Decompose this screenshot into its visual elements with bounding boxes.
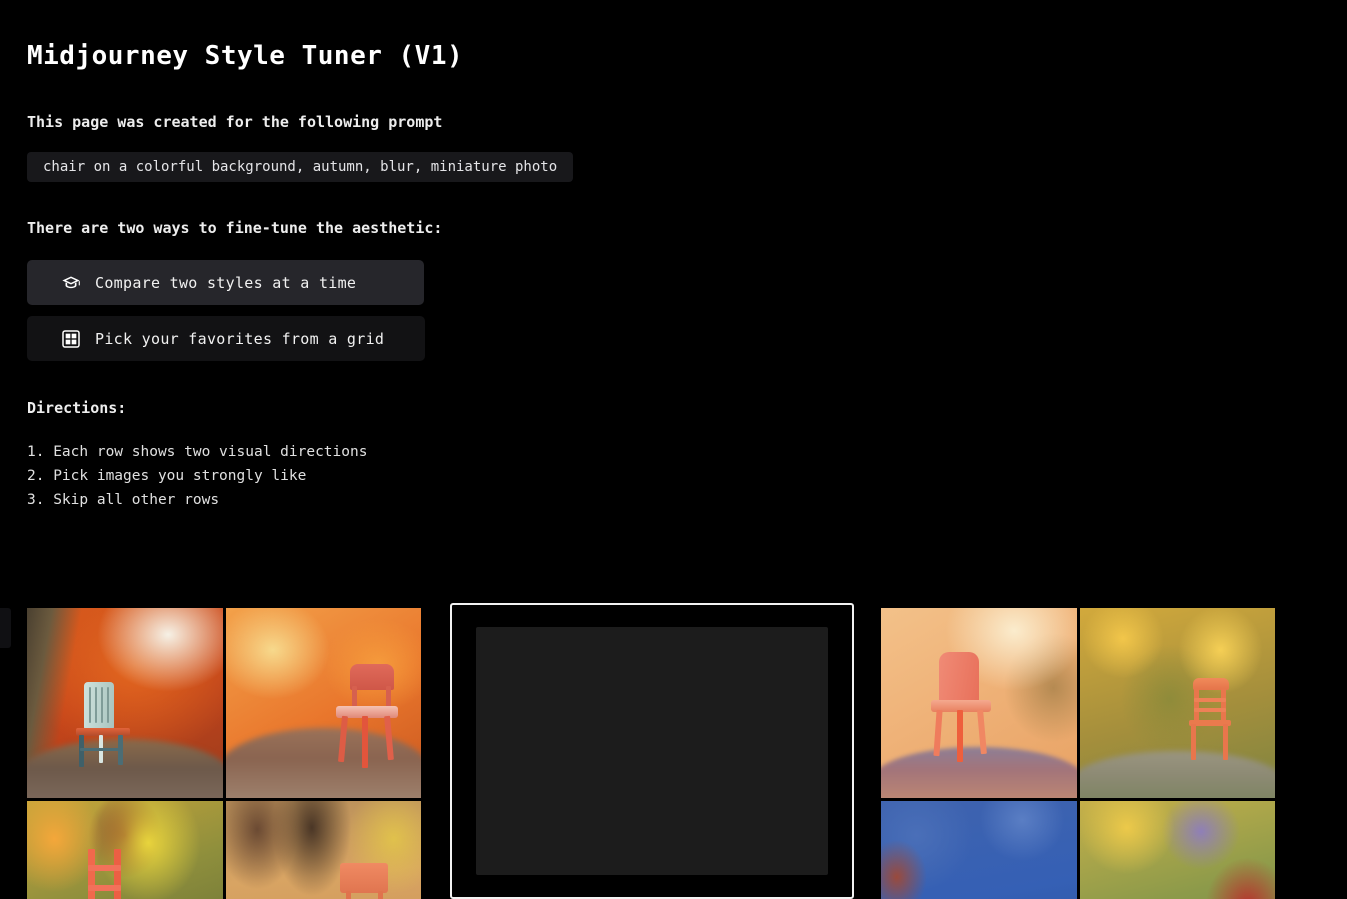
mode-option-compare-label: Compare two styles at a time — [95, 273, 357, 292]
loading-panel[interactable] — [450, 603, 854, 899]
prompt-lead-text: This page was created for the following … — [27, 113, 443, 131]
mode-option-grid-label: Pick your favorites from a grid — [95, 329, 385, 348]
style-image-thumbnail[interactable] — [27, 801, 223, 899]
style-image-thumbnail[interactable] — [881, 608, 1077, 798]
chair-subject — [334, 664, 406, 774]
grid-icon — [61, 329, 81, 349]
graduation-cap-icon — [61, 273, 81, 293]
style-image-thumbnail[interactable] — [225, 608, 421, 798]
chair-subject — [336, 863, 396, 899]
mode-option-grid[interactable]: Pick your favorites from a grid — [27, 316, 425, 361]
chair-subject — [74, 682, 134, 767]
prompt-text: chair on a colorful background, autumn, … — [43, 159, 558, 175]
directions-title: Directions: — [27, 399, 127, 417]
chair-subject — [1187, 678, 1237, 768]
modes-lead-text: There are two ways to fine-tune the aest… — [27, 219, 443, 237]
direction-step: 3. Skip all other rows — [27, 492, 220, 508]
offscreen-card-edge — [0, 608, 11, 648]
style-image-thumbnail[interactable] — [881, 801, 1077, 899]
mode-option-compare[interactable]: Compare two styles at a time — [27, 260, 424, 305]
style-image-thumbnail[interactable] — [1079, 608, 1275, 798]
thumbnail-ground — [1079, 750, 1275, 798]
chair-subject — [82, 849, 130, 899]
loading-panel-inner — [476, 627, 828, 875]
style-image-thumbnail[interactable] — [27, 608, 223, 798]
style-image-thumbnail[interactable] — [1079, 801, 1275, 899]
direction-step: 1. Each row shows two visual directions — [27, 444, 368, 460]
app-root: Midjourney Style Tuner (V1) This page wa… — [0, 0, 1347, 899]
page-title: Midjourney Style Tuner (V1) — [27, 41, 464, 71]
style-option-a-grid[interactable] — [27, 608, 421, 899]
thumbnail-background — [1079, 801, 1275, 899]
thumbnail-foliage — [881, 801, 1077, 899]
chair-subject — [929, 652, 1001, 762]
style-image-thumbnail[interactable] — [225, 801, 421, 899]
style-option-b-grid[interactable] — [881, 608, 1275, 899]
directions-list: 1. Each row shows two visual directions … — [27, 440, 367, 512]
prompt-value-box: chair on a colorful background, autumn, … — [27, 152, 574, 182]
direction-step: 2. Pick images you strongly like — [27, 468, 307, 484]
